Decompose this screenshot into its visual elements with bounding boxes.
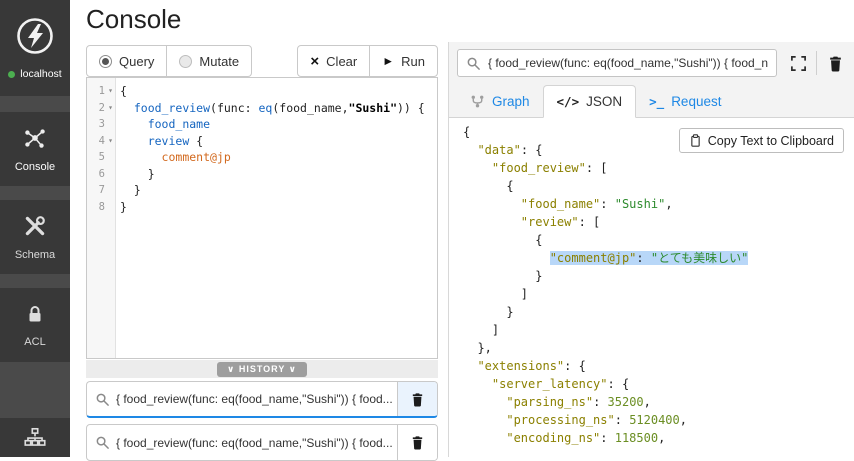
clear-result-button[interactable]	[822, 50, 848, 76]
tab-request[interactable]: >_ Request	[636, 85, 734, 118]
code-line: "review": [	[463, 213, 854, 231]
code-line: "comment@jp": "とても美味しい"	[463, 249, 854, 267]
sidebar-logo-block[interactable]: localhost	[0, 0, 70, 96]
result-panel: { food_review(func: eq(food_name,"Sushi"…	[448, 42, 854, 457]
code-line: 5 comment@jp	[87, 149, 437, 166]
code-line: "server_latency": {	[463, 375, 854, 393]
sidebar-label-acl: ACL	[24, 336, 45, 348]
sidebar-item-acl[interactable]: ACL	[0, 288, 70, 362]
code-line: 1▾{	[87, 83, 437, 100]
code-line: }	[463, 303, 854, 321]
query-mode-label: Query	[119, 54, 154, 69]
play-icon: ►	[382, 55, 394, 67]
delete-history-button[interactable]	[397, 382, 437, 416]
mutate-mode-label: Mutate	[199, 54, 239, 69]
executed-query-field[interactable]: { food_review(func: eq(food_name,"Sushi"…	[457, 49, 777, 77]
search-icon	[466, 56, 481, 71]
code-line: 3 food_name	[87, 116, 437, 133]
sidebar-item-schema[interactable]: Schema	[0, 200, 70, 274]
code-line: 4▾ review {	[87, 133, 437, 150]
cluster-sitemap-icon	[22, 425, 48, 456]
expand-icon	[790, 55, 807, 72]
code-line: "food_name": "Sushi",	[463, 195, 854, 213]
code-brackets-icon: </>	[557, 94, 580, 109]
console-graph-icon	[22, 125, 48, 156]
connection-label: localhost	[20, 68, 61, 80]
history-item[interactable]: { food_review(func: eq(food_name,"Sushi"…	[86, 424, 438, 461]
code-line: "food_review": [	[463, 159, 854, 177]
divider	[816, 51, 817, 75]
search-icon	[95, 392, 110, 407]
radio-checked-icon	[99, 55, 112, 68]
query-toolbar: Query Mutate × Clear ► Run	[86, 45, 438, 77]
code-line: }	[463, 267, 854, 285]
result-tabs: Graph </> JSON >_ Request	[457, 85, 734, 118]
query-mode-group: Query Mutate	[86, 45, 252, 77]
schema-tools-icon	[22, 213, 48, 244]
history-band: ∨ HISTORY ∨	[86, 360, 438, 378]
trash-icon	[410, 392, 425, 407]
trash-icon	[410, 435, 425, 450]
run-label: Run	[401, 54, 425, 69]
code-line: 7 }	[87, 182, 437, 199]
code-line: 8}	[87, 199, 437, 216]
copy-button-label: Copy Text to Clipboard	[708, 134, 834, 148]
terminal-prompt-icon: >_	[649, 94, 664, 109]
code-line: ]	[463, 321, 854, 339]
sidebar: localhost Console	[0, 0, 70, 457]
sidebar-label-console: Console	[15, 161, 55, 173]
result-query-row: { food_review(func: eq(food_name,"Sushi"…	[457, 49, 848, 77]
code-line: "extensions": {	[463, 357, 854, 375]
history-query-text: { food_review(func: eq(food_name,"Sushi"…	[110, 436, 397, 450]
code-line: {	[463, 177, 854, 195]
query-mode-button[interactable]: Query	[86, 45, 167, 77]
header: Console	[70, 0, 854, 42]
delete-history-button[interactable]	[397, 425, 437, 460]
run-button[interactable]: ► Run	[369, 45, 438, 77]
clear-button[interactable]: × Clear	[297, 45, 370, 77]
fullscreen-button[interactable]	[785, 50, 811, 76]
clipboard-icon	[689, 133, 702, 148]
json-response-viewer[interactable]: { "data": { "food_review": [ { "food_nam…	[463, 123, 854, 457]
code-line: 6 }	[87, 166, 437, 183]
page-title: Console	[86, 4, 181, 35]
code-line: 2▾ food_review(func: eq(food_name,"Sushi…	[87, 100, 437, 117]
tab-json[interactable]: </> JSON	[543, 85, 637, 118]
graph-fork-icon	[470, 94, 485, 109]
history-item[interactable]: { food_review(func: eq(food_name,"Sushi"…	[86, 381, 438, 418]
trash-icon	[827, 55, 844, 72]
connected-dot-icon	[8, 71, 15, 78]
search-icon	[95, 435, 110, 450]
code-line: ]	[463, 285, 854, 303]
acl-lock-icon	[23, 302, 47, 331]
sidebar-item-cluster[interactable]	[0, 418, 70, 457]
connection-status: localhost	[8, 68, 61, 80]
code-line: "parsing_ns": 35200,	[463, 393, 854, 411]
tab-json-label: JSON	[586, 94, 622, 109]
tab-graph-label: Graph	[492, 94, 530, 109]
radio-unchecked-icon	[179, 55, 192, 68]
tab-graph[interactable]: Graph	[457, 85, 543, 118]
code-line: {	[463, 231, 854, 249]
dgraph-logo-icon	[15, 16, 55, 61]
code-line: "processing_ns": 5120400,	[463, 411, 854, 429]
tab-request-label: Request	[671, 94, 721, 109]
clear-x-icon: ×	[310, 54, 319, 69]
query-editor[interactable]: 1▾{2▾ food_review(func: eq(food_name,"Su…	[86, 77, 438, 359]
sidebar-label-schema: Schema	[15, 249, 55, 261]
json-result-content: Copy Text to Clipboard { "data": { "food…	[449, 118, 854, 457]
history-toggle[interactable]: ∨ HISTORY ∨	[217, 362, 307, 377]
code-line: "encoding_ns": 118500,	[463, 429, 854, 447]
result-panel-header: { food_review(func: eq(food_name,"Sushi"…	[449, 42, 854, 118]
sidebar-item-console[interactable]: Console	[0, 112, 70, 186]
executed-query-text: { food_review(func: eq(food_name,"Sushi"…	[488, 56, 768, 70]
ratel-console-app: { "sidebar": { "connection": { "label": …	[0, 0, 854, 457]
copy-to-clipboard-button[interactable]: Copy Text to Clipboard	[679, 128, 844, 153]
code-line: },	[463, 339, 854, 357]
history-query-text: { food_review(func: eq(food_name,"Sushi"…	[110, 392, 397, 406]
run-clear-group: × Clear ► Run	[297, 45, 438, 77]
mutate-mode-button[interactable]: Mutate	[166, 45, 252, 77]
clear-label: Clear	[326, 54, 357, 69]
